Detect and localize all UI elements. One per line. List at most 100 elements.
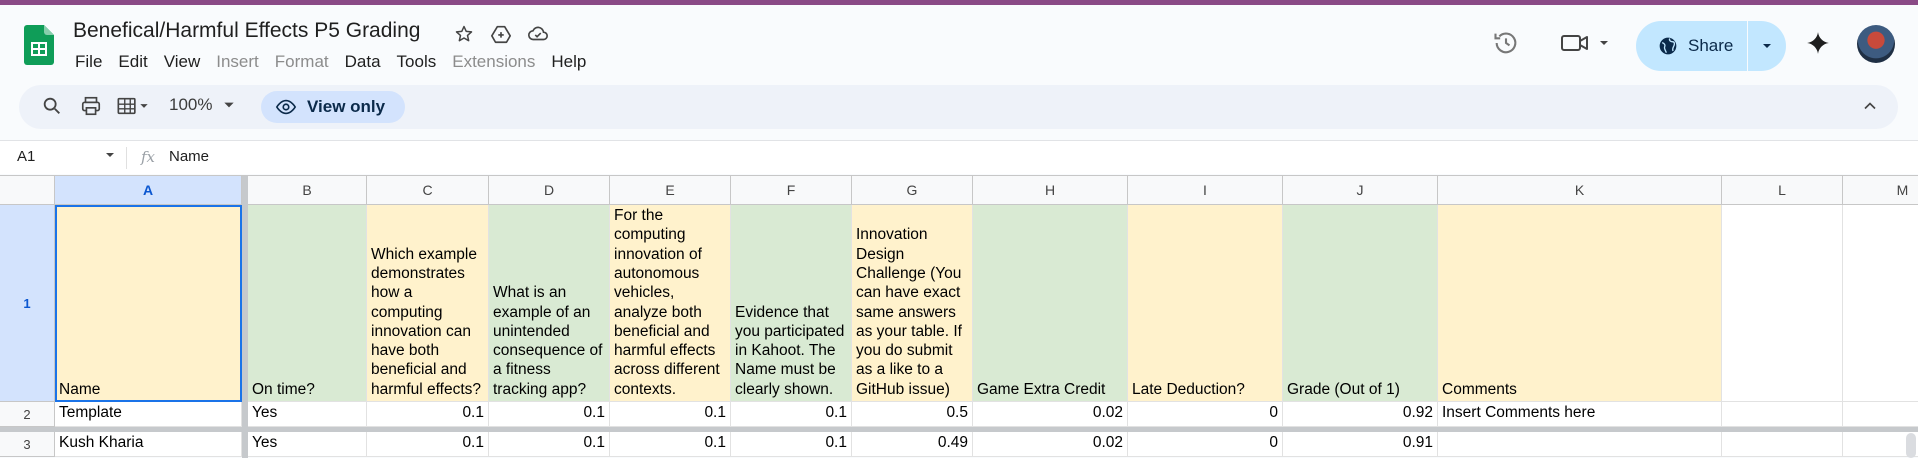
- star-icon[interactable]: [452, 22, 476, 46]
- table-cell[interactable]: 0.1: [731, 402, 852, 427]
- table-cell[interactable]: 0.02: [973, 402, 1128, 427]
- column-header-m[interactable]: M: [1843, 176, 1918, 205]
- share-options-dropdown[interactable]: [1748, 40, 1786, 52]
- menu-tools[interactable]: Tools: [389, 52, 445, 72]
- column-header-e[interactable]: E: [610, 176, 731, 205]
- share-button[interactable]: Share: [1636, 21, 1786, 71]
- frozen-column-divider[interactable]: [242, 176, 248, 458]
- zoom-value: 100%: [169, 95, 213, 114]
- column-header-j[interactable]: J: [1283, 176, 1438, 205]
- vertical-scrollbar[interactable]: [1906, 433, 1916, 458]
- cloud-saved-icon[interactable]: [526, 22, 550, 46]
- column-header-h[interactable]: H: [973, 176, 1128, 205]
- table-cell[interactable]: Insert Comments here: [1438, 402, 1722, 427]
- header-cell-a[interactable]: Name: [55, 205, 242, 402]
- header-cell-f[interactable]: Evidence that you participated in Kahoot…: [731, 205, 852, 402]
- header-cell-text: Comments: [1442, 380, 1517, 398]
- table-cell[interactable]: [1843, 402, 1918, 427]
- document-title[interactable]: Benefical/Harmful Effects P5 Grading: [73, 19, 420, 43]
- table-cell[interactable]: 0.1: [367, 432, 489, 457]
- share-main-button[interactable]: Share: [1636, 21, 1748, 71]
- table-cell[interactable]: 0.91: [1283, 432, 1438, 457]
- meet-video-icon[interactable]: [1560, 29, 1610, 57]
- menu-help[interactable]: Help: [543, 52, 594, 72]
- header-cell-text: What is an example of an unintended cons…: [493, 284, 603, 398]
- column-header-d[interactable]: D: [489, 176, 610, 205]
- menu-data[interactable]: Data: [337, 52, 389, 72]
- table-cell[interactable]: Kush Kharia: [55, 432, 242, 457]
- header-cell-e[interactable]: For the computing innovation of autonomo…: [610, 205, 731, 402]
- row-header-1[interactable]: 1: [0, 205, 55, 402]
- chevron-down-icon[interactable]: [104, 149, 116, 161]
- table-cell[interactable]: Template: [55, 402, 242, 427]
- spreadsheet-grid: A B C D E F G H I J K L M 1 2 3 Name On time? Which exampl…: [0, 175, 1918, 458]
- divider: [126, 147, 127, 169]
- view-only-label: View only: [307, 97, 386, 116]
- header-cell-m[interactable]: [1843, 205, 1918, 402]
- column-header-g[interactable]: G: [852, 176, 973, 205]
- table-cell[interactable]: Yes: [248, 402, 367, 427]
- table-cell[interactable]: 0.1: [731, 432, 852, 457]
- row-header-2[interactable]: 2: [0, 402, 55, 427]
- menu-insert[interactable]: Insert: [208, 52, 267, 72]
- version-history-icon[interactable]: [1492, 29, 1520, 57]
- formula-input[interactable]: Name: [169, 148, 209, 165]
- table-cell[interactable]: 0.1: [489, 402, 610, 427]
- column-header-l[interactable]: L: [1722, 176, 1843, 205]
- table-cell[interactable]: 0: [1128, 432, 1283, 457]
- column-header-k[interactable]: K: [1438, 176, 1722, 205]
- search-menus-button[interactable]: [41, 95, 63, 117]
- menu-format[interactable]: Format: [267, 52, 337, 72]
- view-only-mode-button[interactable]: View only: [261, 91, 406, 123]
- header-cell-h[interactable]: Game Extra Credit: [973, 205, 1128, 402]
- table-cell[interactable]: [1722, 432, 1843, 457]
- column-header-i[interactable]: I: [1128, 176, 1283, 205]
- header-cell-b[interactable]: On time?: [248, 205, 367, 402]
- row-header-3[interactable]: 3: [0, 432, 55, 457]
- column-header-a[interactable]: A: [55, 176, 242, 205]
- table-cell[interactable]: [1722, 402, 1843, 427]
- column-header-b[interactable]: B: [248, 176, 367, 205]
- header-cell-j[interactable]: Grade (Out of 1): [1283, 205, 1438, 402]
- move-to-drive-icon[interactable]: [489, 22, 513, 46]
- toolbar: 100% View only: [19, 85, 1898, 129]
- header-cell-c[interactable]: Which example demonstrates how a computi…: [367, 205, 489, 402]
- hide-menus-button[interactable]: [1860, 96, 1880, 121]
- select-format-button[interactable]: [115, 95, 151, 117]
- google-sheets-logo-icon[interactable]: [24, 25, 54, 65]
- menu-extensions[interactable]: Extensions: [444, 52, 543, 72]
- header-cell-text: Which example demonstrates how a computi…: [371, 245, 481, 398]
- frozen-row-divider[interactable]: [0, 427, 1918, 432]
- header-cell-text: Evidence that you participated in Kahoot…: [735, 303, 845, 398]
- table-cell[interactable]: 0.02: [973, 432, 1128, 457]
- table-cell[interactable]: 0.1: [610, 432, 731, 457]
- table-cell[interactable]: 0.1: [489, 432, 610, 457]
- header-cell-k[interactable]: Comments: [1438, 205, 1722, 402]
- table-cell[interactable]: 0.49: [852, 432, 973, 457]
- gemini-sparkle-icon[interactable]: [1805, 30, 1831, 56]
- user-avatar[interactable]: [1857, 25, 1895, 63]
- header-cell-g[interactable]: Innovation Design Challenge (You can hav…: [852, 205, 973, 402]
- table-cell[interactable]: 0.92: [1283, 402, 1438, 427]
- chevron-up-icon: [1864, 102, 1876, 110]
- table-cell[interactable]: 0.1: [367, 402, 489, 427]
- header-cell-l[interactable]: [1722, 205, 1843, 402]
- table-cell[interactable]: 0.1: [610, 402, 731, 427]
- menu-file[interactable]: File: [73, 52, 110, 72]
- menu-bar: File Edit View Insert Format Data Tools …: [73, 52, 594, 72]
- table-cell[interactable]: [1438, 432, 1722, 457]
- table-cell[interactable]: Yes: [248, 432, 367, 457]
- zoom-select[interactable]: 100%: [169, 95, 236, 115]
- column-header-c[interactable]: C: [367, 176, 489, 205]
- header-cell-d[interactable]: What is an example of an unintended cons…: [489, 205, 610, 402]
- header-cell-text: Innovation Design Challenge (You can hav…: [856, 226, 962, 398]
- select-all-corner[interactable]: [0, 176, 55, 205]
- column-header-f[interactable]: F: [731, 176, 852, 205]
- print-button[interactable]: [80, 95, 102, 117]
- menu-view[interactable]: View: [156, 52, 209, 72]
- table-cell[interactable]: 0: [1128, 402, 1283, 427]
- header-cell-i[interactable]: Late Deduction?: [1128, 205, 1283, 402]
- name-box[interactable]: A1: [17, 148, 35, 165]
- menu-edit[interactable]: Edit: [110, 52, 155, 72]
- table-cell[interactable]: 0.5: [852, 402, 973, 427]
